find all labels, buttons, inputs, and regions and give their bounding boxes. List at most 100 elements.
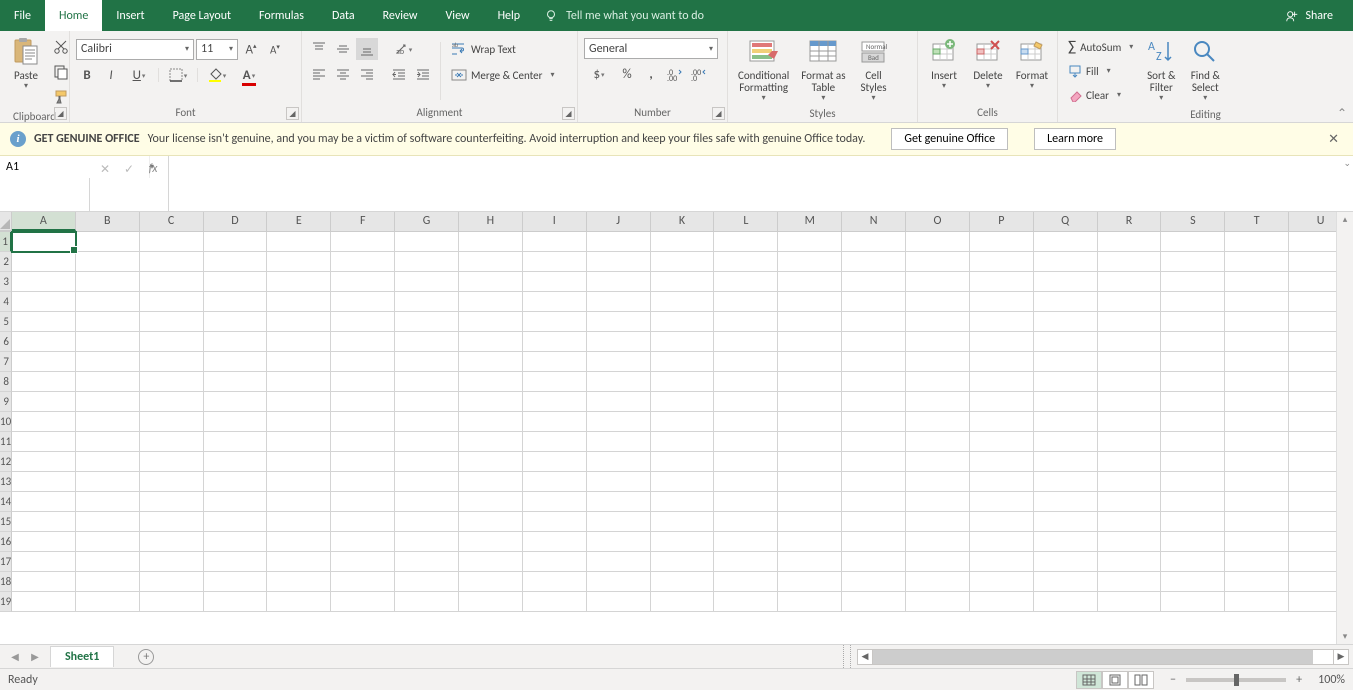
cell[interactable]: [1034, 432, 1098, 452]
cell[interactable]: [523, 272, 587, 292]
row-header[interactable]: 7: [0, 352, 12, 372]
cell[interactable]: [76, 492, 140, 512]
cell[interactable]: [76, 512, 140, 532]
cell[interactable]: [651, 232, 715, 252]
cell[interactable]: [331, 492, 395, 512]
cell[interactable]: [76, 372, 140, 392]
find-select-button[interactable]: Find & Select▾: [1185, 34, 1225, 105]
cell[interactable]: [1098, 492, 1162, 512]
select-all-corner[interactable]: [0, 212, 12, 231]
collapse-ribbon-button[interactable]: ⌃: [1337, 106, 1347, 121]
cell[interactable]: [267, 592, 331, 612]
cell[interactable]: [12, 512, 76, 532]
tab-data[interactable]: Data: [318, 0, 369, 31]
column-header[interactable]: A: [12, 212, 76, 231]
cell[interactable]: [140, 272, 204, 292]
cell[interactable]: [395, 492, 459, 512]
cell[interactable]: [1225, 392, 1289, 412]
italic-button[interactable]: I: [100, 64, 122, 86]
cell[interactable]: [778, 572, 842, 592]
row-header[interactable]: 19: [0, 592, 12, 612]
cell[interactable]: [970, 512, 1034, 532]
cell[interactable]: [204, 452, 268, 472]
cell[interactable]: [76, 252, 140, 272]
cell[interactable]: [267, 312, 331, 332]
cell[interactable]: [1098, 472, 1162, 492]
cell[interactable]: [76, 272, 140, 292]
cell[interactable]: [459, 452, 523, 472]
cell[interactable]: [204, 252, 268, 272]
cell[interactable]: [1098, 232, 1162, 252]
cell[interactable]: [331, 272, 395, 292]
column-header[interactable]: N: [842, 212, 906, 231]
cell[interactable]: [204, 532, 268, 552]
cell[interactable]: [587, 412, 651, 432]
format-painter-button[interactable]: [50, 86, 72, 108]
row-header[interactable]: 18: [0, 572, 12, 592]
column-header[interactable]: L: [714, 212, 778, 231]
cell[interactable]: [714, 532, 778, 552]
cell[interactable]: [587, 252, 651, 272]
clear-button[interactable]: Clear▾: [1064, 84, 1137, 106]
cell[interactable]: [204, 312, 268, 332]
increase-indent-button[interactable]: [412, 64, 434, 86]
cell[interactable]: [1225, 452, 1289, 472]
align-top-button[interactable]: [308, 38, 330, 60]
cell[interactable]: [267, 372, 331, 392]
cell[interactable]: [140, 512, 204, 532]
cell[interactable]: [459, 512, 523, 532]
cell[interactable]: [459, 412, 523, 432]
cell[interactable]: [12, 252, 76, 272]
cell[interactable]: [970, 492, 1034, 512]
column-header[interactable]: E: [267, 212, 331, 231]
cell[interactable]: [778, 272, 842, 292]
cell[interactable]: [395, 412, 459, 432]
column-header[interactable]: P: [970, 212, 1034, 231]
orientation-button[interactable]: ab: [388, 38, 418, 60]
cell[interactable]: [906, 392, 970, 412]
decrease-decimal-button[interactable]: .00.0: [688, 63, 710, 85]
cell[interactable]: [906, 452, 970, 472]
merge-center-button[interactable]: Merge & Center ▾: [447, 64, 559, 86]
cell[interactable]: [970, 472, 1034, 492]
cell[interactable]: [267, 532, 331, 552]
name-box[interactable]: ▾: [0, 156, 90, 211]
align-bottom-button[interactable]: [356, 38, 378, 60]
column-header[interactable]: H: [459, 212, 523, 231]
cell[interactable]: [714, 512, 778, 532]
cell[interactable]: [906, 492, 970, 512]
cell[interactable]: [906, 472, 970, 492]
cell[interactable]: [778, 372, 842, 392]
cell[interactable]: [76, 532, 140, 552]
cell[interactable]: [1034, 232, 1098, 252]
cell[interactable]: [523, 432, 587, 452]
cell[interactable]: [12, 332, 76, 352]
cell[interactable]: [523, 532, 587, 552]
cell[interactable]: [778, 232, 842, 252]
cell[interactable]: [778, 592, 842, 612]
cell[interactable]: [1034, 412, 1098, 432]
cell[interactable]: [651, 572, 715, 592]
cell[interactable]: [587, 272, 651, 292]
cell[interactable]: [76, 312, 140, 332]
cell[interactable]: [1225, 292, 1289, 312]
cell[interactable]: [587, 292, 651, 312]
cell[interactable]: [651, 532, 715, 552]
cell[interactable]: [459, 552, 523, 572]
cell[interactable]: [331, 352, 395, 372]
cell[interactable]: [204, 292, 268, 312]
column-header[interactable]: J: [587, 212, 651, 231]
cell[interactable]: [970, 252, 1034, 272]
cell[interactable]: [267, 452, 331, 472]
cell[interactable]: [587, 392, 651, 412]
row-header[interactable]: 4: [0, 292, 12, 312]
cell[interactable]: [1098, 412, 1162, 432]
cell[interactable]: [1225, 492, 1289, 512]
cell[interactable]: [587, 532, 651, 552]
cell[interactable]: [842, 252, 906, 272]
conditional-formatting-button[interactable]: Conditional Formatting▾: [734, 34, 793, 105]
cell[interactable]: [459, 492, 523, 512]
zoom-out-button[interactable]: −: [1166, 673, 1180, 687]
hscroll-left[interactable]: ◀: [857, 649, 873, 665]
cell[interactable]: [331, 592, 395, 612]
